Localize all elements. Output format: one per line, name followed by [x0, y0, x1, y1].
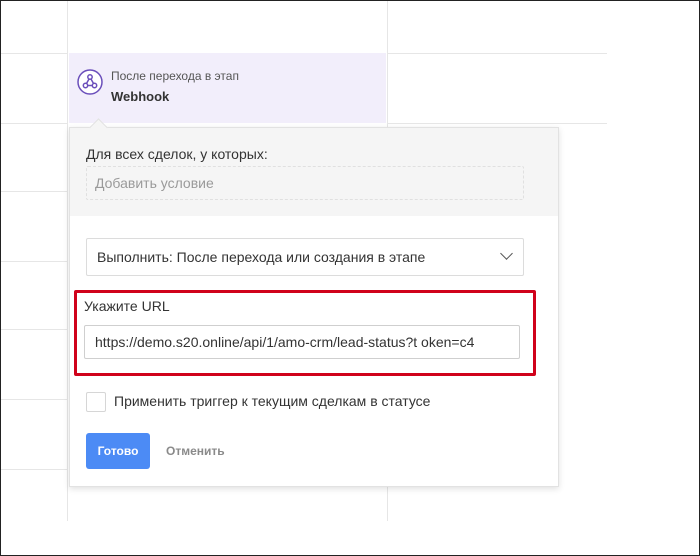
webhook-settings-popup: Для всех сделок, у которых: Добавить усл…: [69, 118, 559, 487]
grid-line: [67, 1, 68, 521]
chevron-down-icon: [500, 247, 513, 260]
url-label: Укажите URL: [84, 298, 170, 314]
grid-line: [387, 53, 607, 54]
grid-line: [1, 191, 67, 192]
done-button[interactable]: Готово: [86, 433, 150, 469]
url-input[interactable]: [84, 325, 520, 359]
execute-select[interactable]: Выполнить: После перехода или создания в…: [86, 238, 524, 276]
add-condition-placeholder: Добавить условие: [95, 175, 214, 191]
grid-line: [1, 53, 67, 54]
trigger-caption: После перехода в этап: [111, 69, 239, 83]
add-condition-field[interactable]: Добавить условие: [86, 166, 524, 200]
condition-label: Для всех сделок, у которых:: [86, 146, 268, 162]
grid-line: [1, 469, 67, 470]
grid-line: [1, 329, 67, 330]
webhook-icon: [77, 69, 103, 95]
apply-trigger-checkbox[interactable]: [86, 392, 106, 412]
execute-select-value: Выполнить: После перехода или создания в…: [97, 249, 426, 265]
grid-line: [1, 399, 67, 400]
grid-line: [387, 123, 607, 124]
trigger-title: Webhook: [111, 89, 170, 104]
grid-line: [1, 123, 67, 124]
screenshot-frame: После перехода в этап Webhook Для всех с…: [0, 0, 700, 556]
condition-section: Для всех сделок, у которых: Добавить усл…: [70, 128, 558, 216]
cancel-button[interactable]: Отменить: [166, 444, 225, 458]
trigger-card[interactable]: После перехода в этап Webhook: [69, 53, 386, 123]
apply-trigger-label: Применить триггер к текущим сделкам в ст…: [114, 393, 431, 409]
grid-line: [1, 261, 67, 262]
